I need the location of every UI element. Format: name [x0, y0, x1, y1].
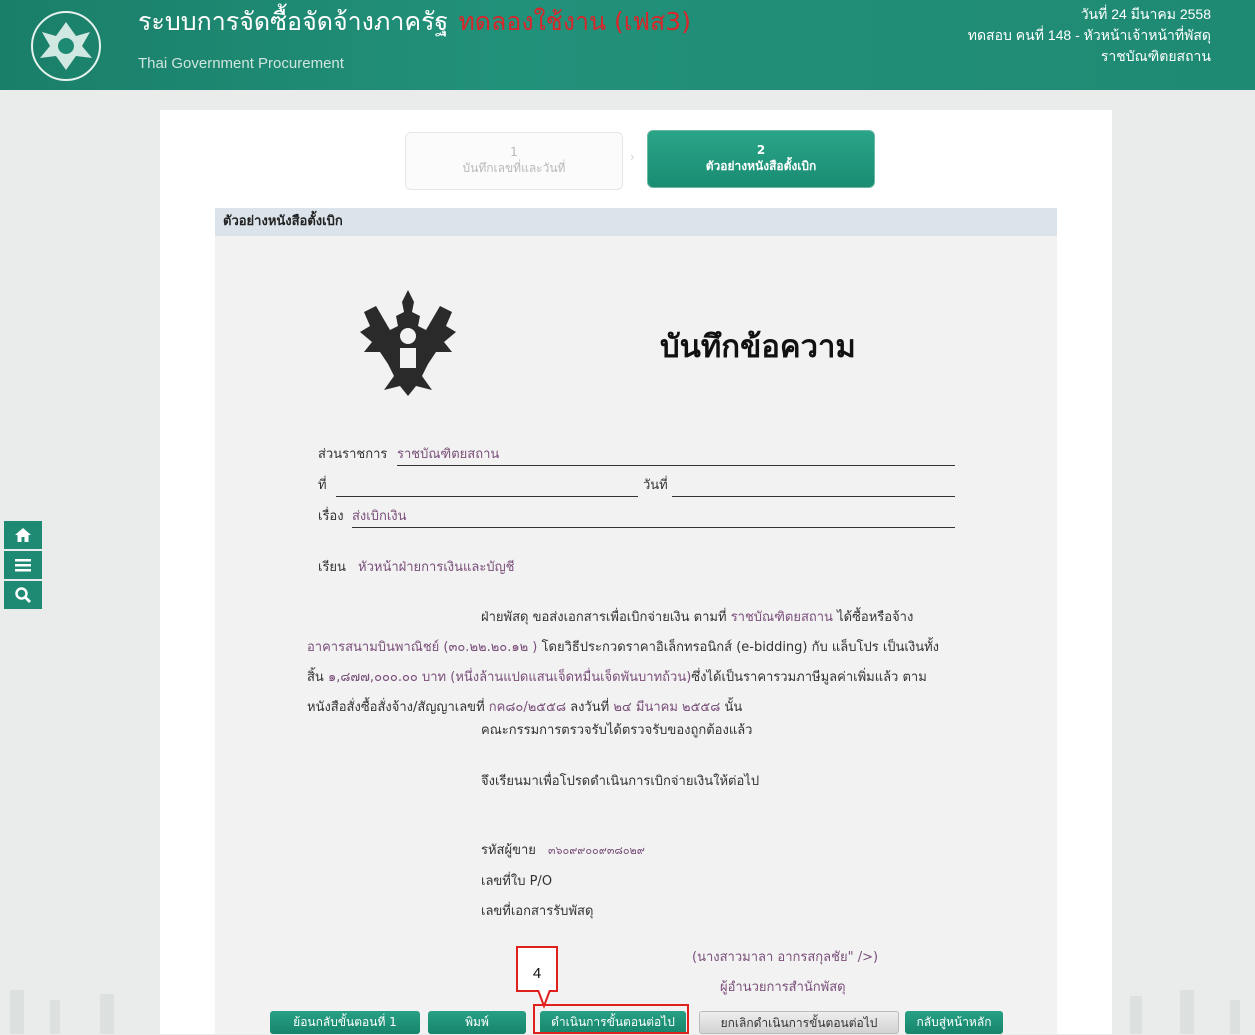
signer-name: (นางสาวมาลา อากรสกุลชัย" />)	[692, 950, 879, 965]
garuda-logo-icon	[31, 11, 101, 81]
app-title: ระบบการจัดซื้อจัดจ้างภาครัฐ ทดลองใช้งาน (…	[138, 7, 691, 36]
vendor-value: ๓๖๐๙๙๐๐๙๓๘๐๒๙	[548, 844, 645, 857]
step-1[interactable]: 1 บันทึกเลขที่และวันที่	[405, 132, 623, 190]
para6-text: จึงเรียนมาเพื่อโปรดดำเนินการเบิกจ่ายเงิน…	[481, 774, 760, 789]
to-value: หัวหน้าฝ่ายการเงินและบัญชี	[358, 560, 515, 575]
search-button[interactable]	[4, 581, 42, 609]
doc-date-label: วันที่	[643, 478, 668, 493]
receipt-label: เลขที่เอกสารรับพัสดุ	[481, 904, 594, 919]
agency-label: ส่วนราชการ	[318, 447, 388, 462]
callout-pointer-icon	[537, 990, 551, 1009]
para1-text: ฝ่ายพัสดุ ขอส่งเอกสารเพื่อเบิกจ่ายเงิน ต…	[481, 610, 914, 625]
doc-no-underline	[336, 496, 638, 497]
agency-underline	[397, 465, 955, 466]
doc-date-underline	[672, 496, 955, 497]
print-button[interactable]: พิมพ์	[428, 1011, 526, 1034]
subject-value: ส่งเบิกเงิน	[352, 509, 407, 524]
decorative-pattern-right	[1130, 990, 1240, 1034]
subject-label: เรื่อง	[318, 509, 344, 524]
decorative-pattern-left	[10, 990, 114, 1034]
user-name: ทดสอบ คนที่ 148 - หัวหน้าเจ้าหน้าที่พัสด…	[967, 27, 1211, 43]
home-button[interactable]	[4, 521, 42, 549]
agency-value: ราชบัณฑิตยสถาน	[397, 447, 500, 462]
document-preview: บันทึกข้อความ ส่วนราชการ ราชบัณฑิตยสถาน …	[215, 236, 1057, 1034]
doc-no-label: ที่	[318, 478, 327, 493]
user-org: ราชบัณฑิตยสถาน	[1100, 48, 1211, 64]
po-label: เลขที่ใบ P/O	[481, 874, 553, 889]
home-icon	[15, 528, 31, 542]
subject-underline	[352, 527, 955, 528]
side-toolbar	[4, 521, 42, 611]
cancel-next-step-button[interactable]: ยกเลิกดำเนินการขั้นตอนต่อไป	[699, 1011, 899, 1034]
para4-text: หนังสือสั่งซื้อสั่งจ้าง/สัญญาเลขที่ กค๘๐…	[307, 700, 743, 715]
back-to-home-button[interactable]: กลับสู่หน้าหลัก	[905, 1011, 1003, 1034]
section-title: ตัวอย่างหนังสือตั้งเบิก	[215, 208, 1057, 236]
signer-title: ผู้อำนวยการสำนักพัสดุ	[720, 980, 846, 995]
main-panel: 1 บันทึกเลขที่และวันที่ › 2 ตัวอย่างหนัง…	[160, 110, 1112, 1034]
garuda-emblem-icon	[360, 290, 456, 396]
current-date: วันที่ 24 มีนาคม 2558	[1080, 6, 1211, 22]
vendor-label: รหัสผู้ขาย	[481, 843, 536, 858]
step-callout: 4	[516, 946, 558, 992]
para3-text: สิ้น ๑,๘๗๗,๐๐๐.๐๐ บาท (หนึ่งล้านแปดแสนเจ…	[307, 670, 927, 685]
next-step-highlight	[533, 1004, 689, 1034]
chevron-right-icon: ›	[630, 150, 635, 164]
menu-button[interactable]	[4, 551, 42, 579]
menu-icon	[15, 559, 31, 572]
para5-text: คณะกรรมการตรวจรับได้ตรวจรับของถูกต้องแล้…	[481, 723, 753, 738]
to-label: เรียน	[318, 560, 346, 575]
search-icon	[15, 587, 31, 603]
step-2-label: ตัวอย่างหนังสือตั้งเบิก	[705, 159, 817, 173]
phase-label: ทดลองใช้งาน (เฟส3)	[458, 7, 691, 36]
step-2-active[interactable]: 2 ตัวอย่างหนังสือตั้งเบิก	[647, 130, 875, 188]
memo-title: บันทึกข้อความ	[660, 329, 856, 365]
para2-text: อาคารสนามบินพาณิชย์ (๓๐.๒๒.๒๐.๑๒ ) โดยวิ…	[307, 640, 940, 655]
user-info: วันที่ 24 มีนาคม 2558 ทดสอบ คนที่ 148 - …	[968, 4, 1211, 67]
back-to-step1-button[interactable]: ย้อนกลับขั้นตอนที่ 1	[270, 1011, 420, 1034]
step-1-label: บันทึกเลขที่และวันที่	[462, 161, 566, 175]
app-subtitle: Thai Government Procurement	[138, 55, 344, 72]
app-header: ระบบการจัดซื้อจัดจ้างภาครัฐ ทดลองใช้งาน (…	[0, 0, 1255, 90]
